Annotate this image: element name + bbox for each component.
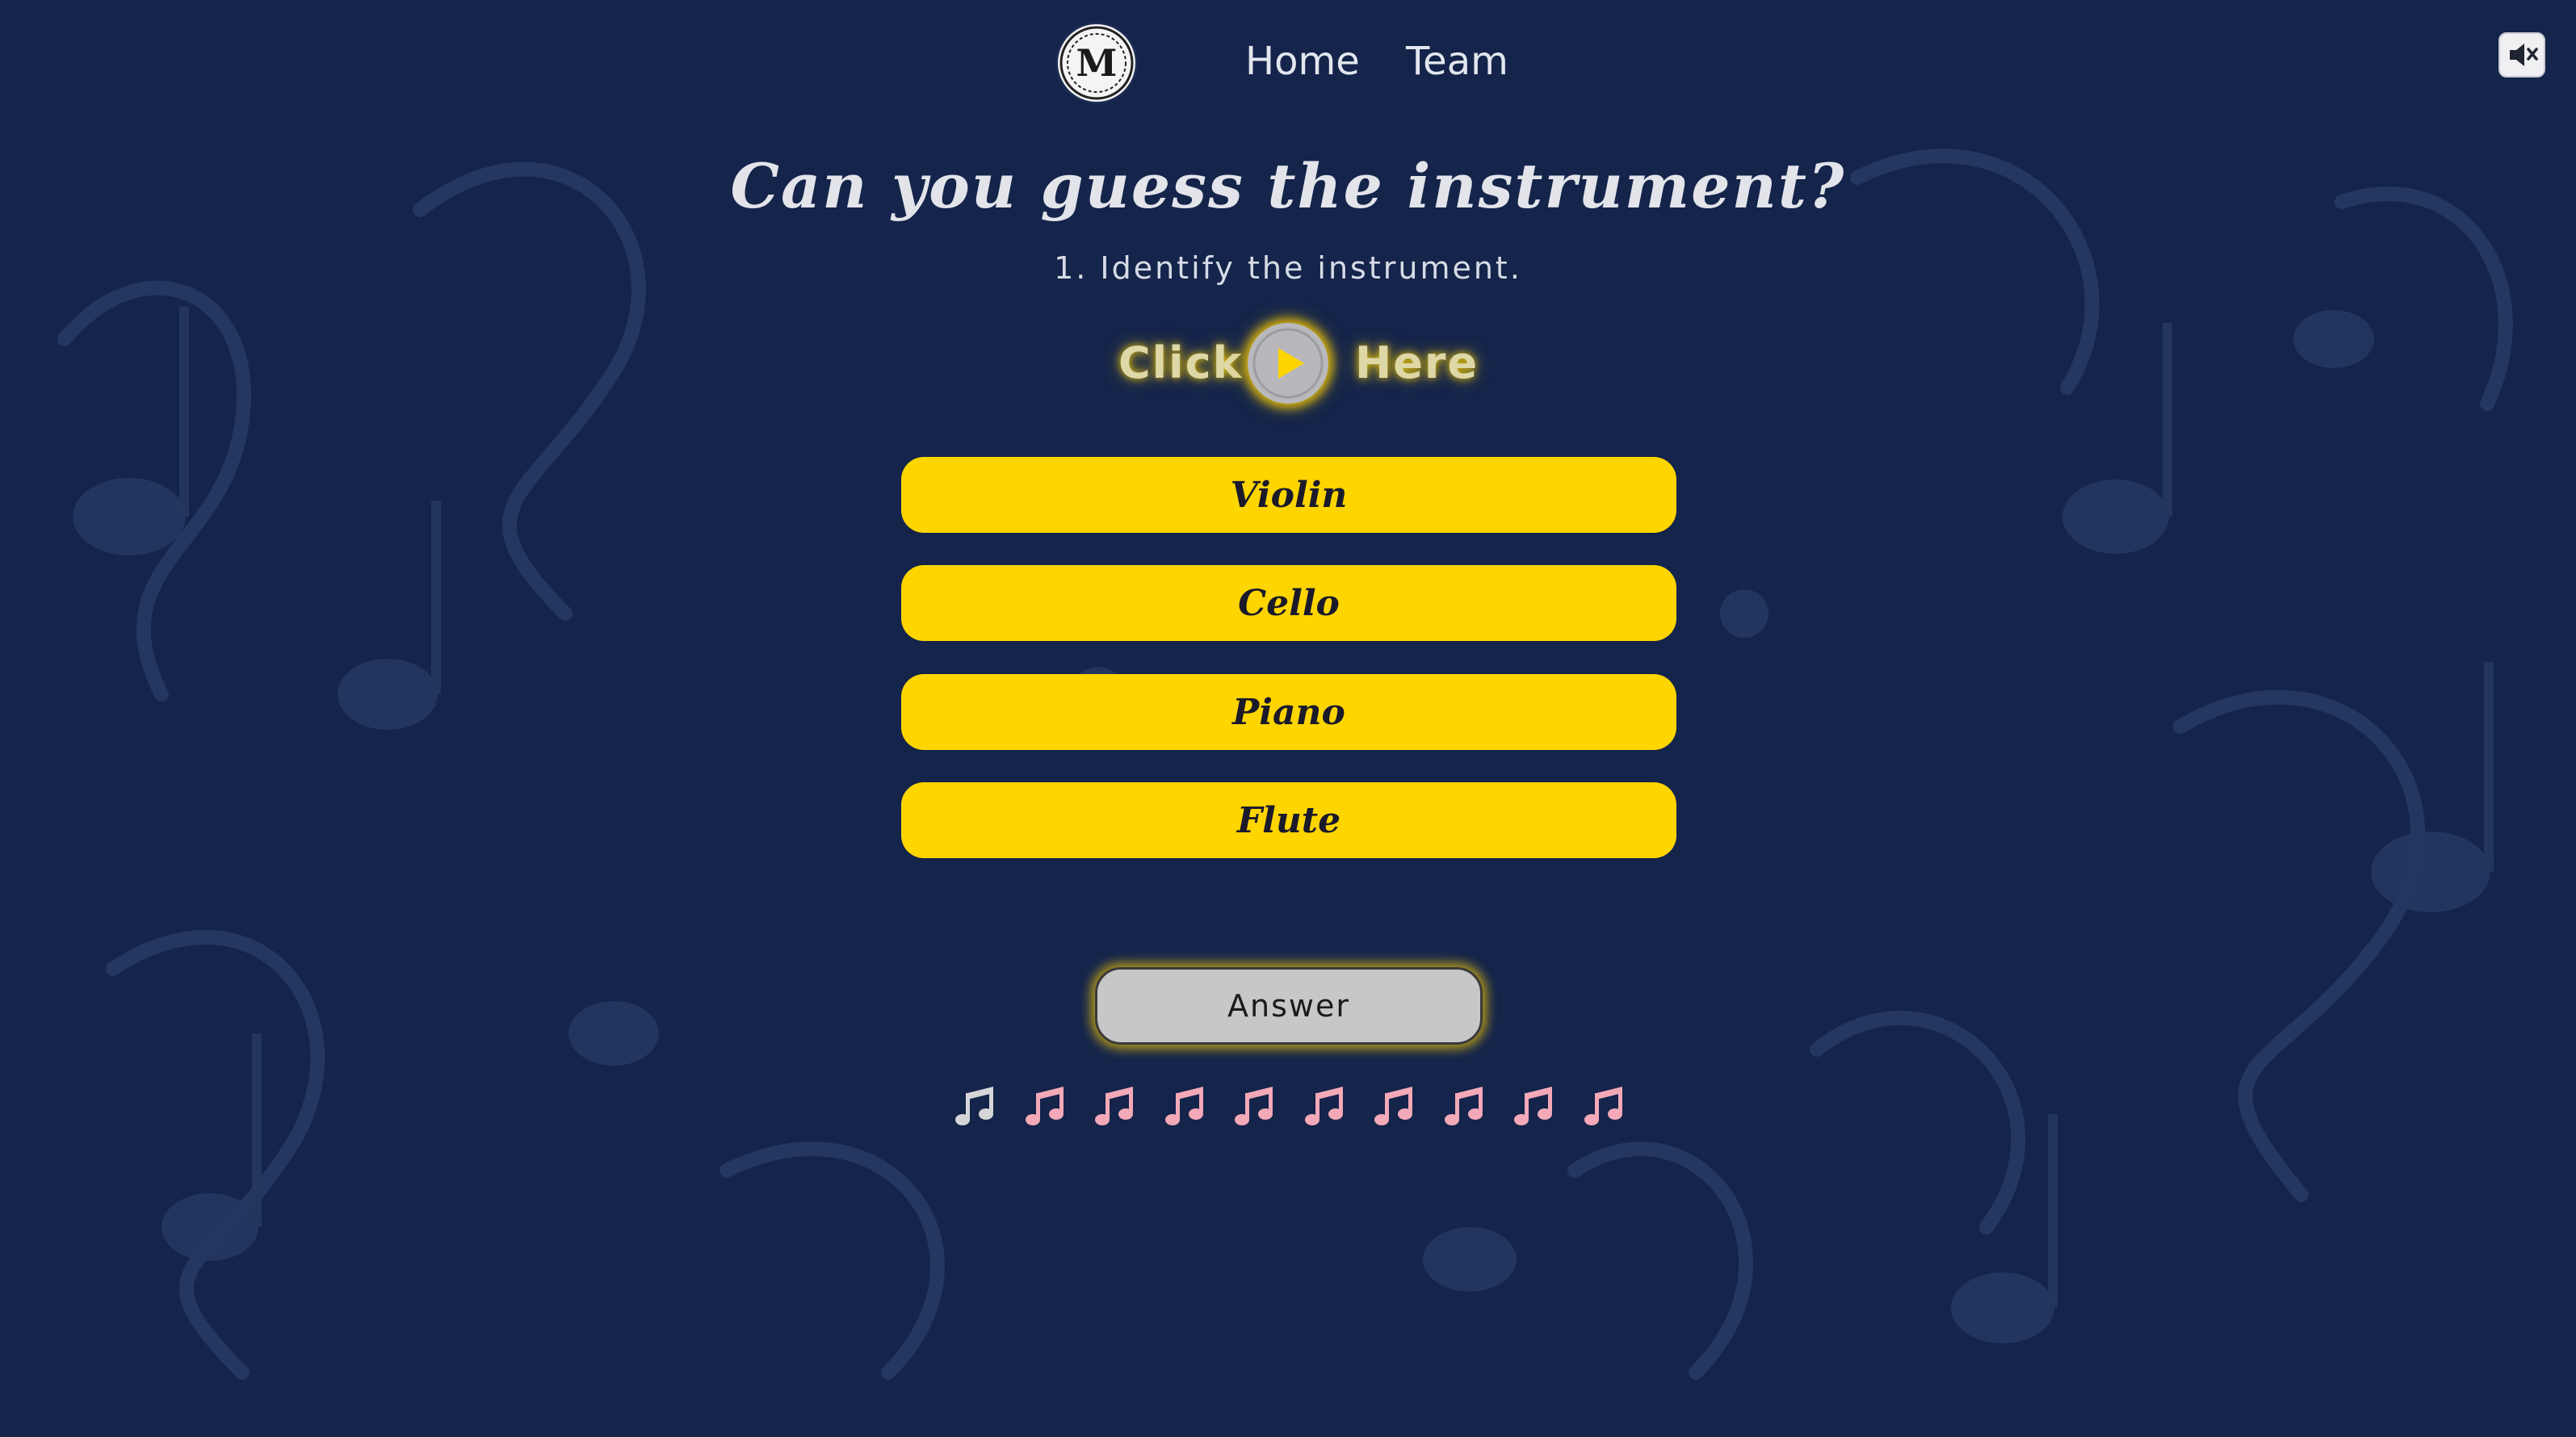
option-violin-button[interactable]: Violin [901,457,1676,533]
play-icon [1252,328,1324,399]
question-text: 1. Identify the instrument. [1054,250,1522,286]
music-note-icon [1370,1082,1419,1130]
music-note-icon [1510,1082,1559,1130]
here-label: Here [1355,337,1479,388]
nav-home-link[interactable]: Home [1245,39,1360,84]
music-note-icon [1161,1082,1210,1130]
site-logo[interactable]: M [1058,24,1135,102]
music-note-icon [1091,1082,1139,1130]
answer-button[interactable]: Answer [1095,967,1483,1045]
option-cello-button[interactable]: Cello [901,565,1676,641]
option-flute-button[interactable]: Flute [901,782,1676,858]
logo-letter: M [1076,41,1118,85]
click-label: Click [1118,337,1244,388]
option-piano-button[interactable]: Piano [901,674,1676,750]
play-sound-button[interactable] [1248,323,1328,404]
music-note-icon [951,1082,1000,1130]
mute-toggle-button[interactable] [2498,32,2545,78]
logo-emblem-icon: M [1059,26,1134,100]
speaker-muted-icon [2510,44,2538,66]
music-note-icon [1580,1082,1629,1130]
music-note-icon [1022,1082,1070,1130]
music-note-icon [1231,1082,1279,1130]
nav-team-link[interactable]: Team [1406,39,1508,84]
page-title: Can you guess the instrument? [730,150,1846,222]
music-note-icon [1301,1082,1349,1130]
music-note-icon [1441,1082,1489,1130]
